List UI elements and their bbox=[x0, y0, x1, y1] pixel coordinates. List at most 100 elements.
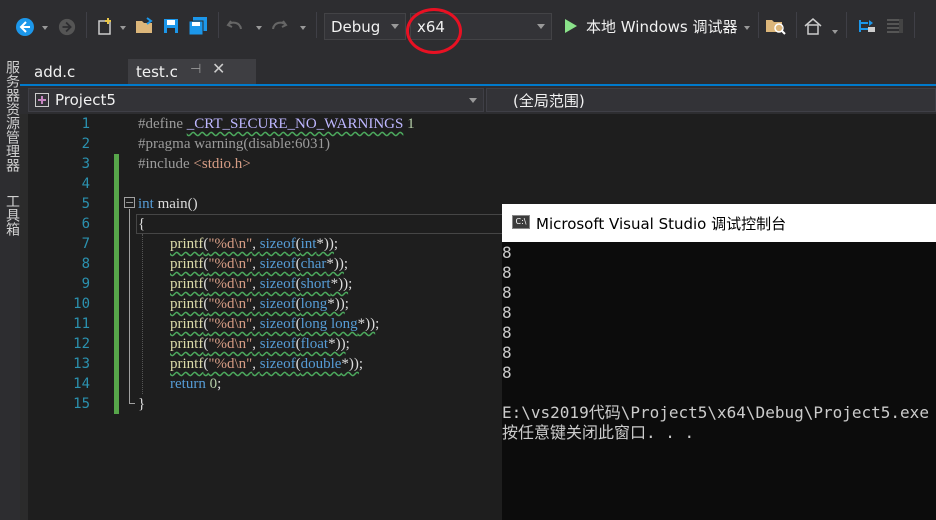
keyword: sizeof bbox=[259, 276, 296, 292]
code-line-10: printf("%d\n", sizeof(long*)); bbox=[170, 296, 349, 312]
type-name: int bbox=[300, 236, 317, 252]
chevron-down-icon bbox=[391, 24, 399, 29]
back-dropdown-icon[interactable] bbox=[42, 26, 48, 30]
undo-icon[interactable] bbox=[224, 15, 246, 37]
code-line-13: printf("%d\n", sizeof(double*)); bbox=[170, 356, 364, 372]
format-string: "%d\n" bbox=[208, 356, 253, 372]
console-line: 8 bbox=[502, 243, 512, 262]
line-number: 2 bbox=[81, 136, 90, 152]
indicator-margin bbox=[20, 114, 28, 520]
start-debugging-button[interactable]: 本地 Windows 调试器 bbox=[586, 16, 738, 37]
include-header: <stdio.h> bbox=[193, 156, 251, 172]
format-string: "%d\n" bbox=[208, 316, 253, 332]
console-line: 8 bbox=[502, 343, 512, 362]
toolbar-separator bbox=[846, 12, 847, 38]
keyword: sizeof bbox=[259, 316, 296, 332]
toolbar-separator bbox=[218, 12, 219, 38]
format-string: "%d\n" bbox=[208, 336, 253, 352]
keyword: sizeof bbox=[259, 336, 296, 352]
line-number: 7 bbox=[81, 236, 90, 252]
console-path-line: E:\vs2019代码\Project5\x64\Debug\Project5.… bbox=[502, 403, 929, 422]
save-all-icon[interactable] bbox=[186, 15, 210, 37]
code-line-7: printf("%d\n", sizeof(int*)); bbox=[170, 236, 339, 252]
collapse-toggle-icon[interactable]: − bbox=[124, 197, 135, 208]
console-line: 8 bbox=[502, 323, 512, 342]
type-name: float bbox=[300, 336, 329, 352]
open-file-icon[interactable] bbox=[134, 15, 156, 37]
new-project-icon[interactable] bbox=[94, 15, 116, 37]
line-number: 15 bbox=[73, 396, 90, 412]
chevron-down-icon bbox=[537, 24, 545, 29]
back-icon[interactable] bbox=[14, 16, 36, 38]
line-number: 5 bbox=[81, 196, 90, 212]
play-icon[interactable] bbox=[562, 15, 580, 37]
main-toolbar: Debug x64 本地 Windows 调试器 bbox=[0, 0, 936, 54]
code-line-15: } bbox=[138, 396, 146, 412]
code-line-8: printf("%d\n", sizeof(char*)); bbox=[170, 256, 349, 272]
tab-label: test.c bbox=[136, 62, 178, 81]
comment-icon[interactable] bbox=[884, 15, 906, 37]
line-number: 3 bbox=[81, 156, 90, 172]
code-line-11: printf("%d\n", sizeof(long long*)); bbox=[170, 316, 380, 332]
function-call: printf bbox=[170, 296, 204, 312]
run-dropdown-icon[interactable] bbox=[744, 26, 750, 30]
line-number: 10 bbox=[73, 296, 90, 312]
debug-console-window[interactable]: C:\ Microsoft Visual Studio 调试控制台 8 8 8 … bbox=[502, 204, 936, 520]
function-call: printf bbox=[170, 256, 204, 272]
forward-icon[interactable] bbox=[56, 16, 78, 38]
type-name: long bbox=[300, 296, 328, 312]
document-tab-bar: add.c test.c ⊣ ✕ bbox=[20, 54, 936, 86]
solution-configuration-select[interactable]: Debug bbox=[324, 13, 406, 40]
red-highlight-circle bbox=[406, 8, 462, 54]
side-tool-tabs: 服务器资源管理器 工具箱 bbox=[0, 54, 20, 520]
line-number: 11 bbox=[73, 316, 90, 332]
console-title-bar[interactable]: C:\ Microsoft Visual Studio 调试控制台 bbox=[502, 204, 936, 242]
tab-add-c[interactable]: add.c bbox=[26, 59, 122, 84]
console-line: 8 bbox=[502, 283, 512, 302]
code-line-2: #pragma warning(disable:6031) bbox=[138, 136, 331, 152]
find-in-files-icon[interactable] bbox=[764, 15, 788, 37]
toolbox-tab[interactable]: 工具箱 bbox=[0, 194, 20, 236]
navigation-bar: Project5 (全局范围) bbox=[20, 86, 936, 114]
pin-icon[interactable]: ⊣ bbox=[190, 62, 201, 77]
undo-dropdown-icon[interactable] bbox=[256, 26, 262, 30]
console-line: 8 bbox=[502, 363, 512, 382]
keyword: sizeof bbox=[259, 256, 296, 272]
redo-icon[interactable] bbox=[268, 15, 290, 37]
directive: #include bbox=[138, 156, 194, 172]
code-line-1: #define _CRT_SECURE_NO_WARNINGS 1 bbox=[138, 116, 415, 133]
console-title: Microsoft Visual Studio 调试控制台 bbox=[536, 214, 787, 233]
function-call: printf bbox=[170, 276, 204, 292]
outline-line bbox=[129, 403, 135, 404]
keyword: return bbox=[170, 376, 206, 392]
line-number: 12 bbox=[73, 336, 90, 352]
console-line: 8 bbox=[502, 263, 512, 282]
new-dropdown-icon[interactable] bbox=[120, 26, 126, 30]
macro-name: _CRT_SECURE_NO_WARNINGS bbox=[186, 116, 404, 132]
format-string: "%d\n" bbox=[208, 276, 253, 292]
code-line-9: printf("%d\n", sizeof(short*)); bbox=[170, 276, 353, 292]
tab-test-c[interactable]: test.c ⊣ ✕ bbox=[128, 59, 256, 84]
code-line-6: { bbox=[138, 216, 146, 232]
project-select[interactable]: Project5 bbox=[28, 88, 484, 112]
toolbar-separator bbox=[86, 12, 87, 38]
console-output[interactable]: 8 8 8 8 8 8 8 E:\vs2019代码\Project5\x64\D… bbox=[502, 242, 936, 520]
line-number: 6 bbox=[81, 216, 90, 232]
format-string: "%d\n" bbox=[208, 296, 253, 312]
return-value: 0 bbox=[209, 376, 218, 392]
code-line-5: int main() bbox=[138, 196, 198, 213]
line-number: 9 bbox=[81, 276, 90, 292]
server-explorer-tab[interactable]: 服务器资源管理器 bbox=[0, 60, 20, 172]
home-dropdown-icon[interactable] bbox=[832, 30, 838, 34]
home-icon[interactable] bbox=[802, 15, 824, 37]
line-number: 4 bbox=[81, 176, 90, 192]
console-close-message: 按任意键关闭此窗口. . . bbox=[502, 423, 695, 442]
redo-dropdown-icon[interactable] bbox=[300, 26, 306, 30]
scope-select[interactable]: (全局范围) bbox=[486, 88, 936, 112]
close-icon[interactable]: ✕ bbox=[212, 59, 225, 78]
function-call: printf bbox=[170, 356, 204, 372]
project-icon bbox=[35, 93, 49, 107]
step-icon[interactable] bbox=[856, 15, 878, 37]
type-name: short bbox=[300, 276, 331, 292]
save-icon[interactable] bbox=[160, 15, 182, 37]
